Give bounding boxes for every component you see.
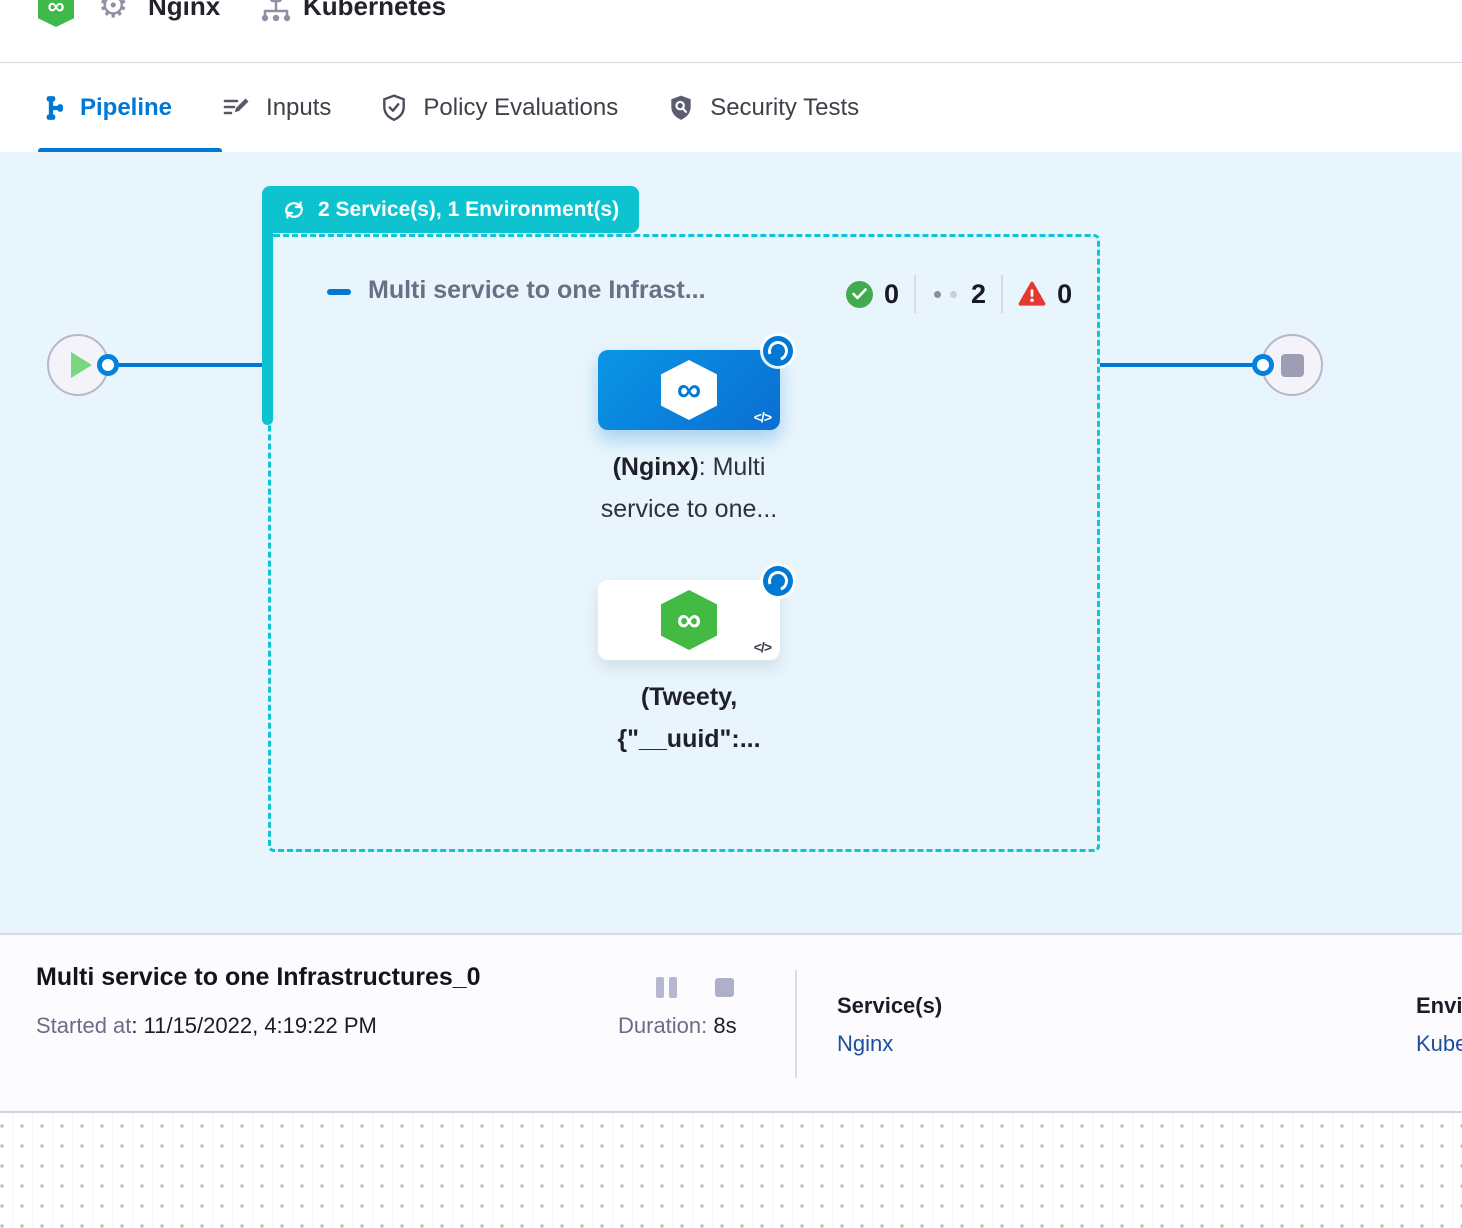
tab-policy-evaluations-label: Policy Evaluations <box>423 94 618 122</box>
connector-port-end <box>1252 354 1274 376</box>
tab-policy-evaluations[interactable]: Policy Evaluations <box>381 63 618 152</box>
stage-group-badge[interactable]: 2 Service(s), 1 Environment(s) <box>262 186 639 233</box>
stop-icon <box>1281 354 1304 377</box>
tab-inputs-label: Inputs <box>266 94 331 122</box>
pipeline-canvas[interactable]: 2 Service(s), 1 Environment(s) Multi ser… <box>0 152 1462 933</box>
play-icon <box>71 352 92 378</box>
tab-bar: Pipeline Inputs Policy Evaluations <box>0 63 1462 152</box>
tab-pipeline[interactable]: Pipeline <box>38 63 172 152</box>
code-icon: </> <box>754 409 771 425</box>
breadcrumb-bar: ∞ ⚙ Nginx Kubernetes <box>0 0 1462 63</box>
execution-summary-bar: Multi service to one Infrastructures_0 S… <box>0 933 1462 1111</box>
shield-search-icon <box>668 94 694 122</box>
service-node-tweety[interactable]: ∞ </> <box>598 580 780 660</box>
service-node-nginx[interactable]: ∞ </> <box>598 350 780 430</box>
services-column: Service(s) Nginx <box>837 993 1097 1057</box>
tab-security-tests[interactable]: Security Tests <box>668 63 859 152</box>
pipeline-icon <box>38 95 64 121</box>
connector-line-start <box>108 363 268 367</box>
tab-inputs[interactable]: Inputs <box>222 63 331 152</box>
pipeline-execution-page: ∞ ⚙ Nginx Kubernetes <box>0 0 1462 1228</box>
duration-row: Duration: 8s <box>618 1013 737 1039</box>
console-grid-area[interactable] <box>0 1111 1462 1228</box>
environments-label: Environment(s) <box>1416 993 1462 1019</box>
connector-line-end <box>1100 363 1263 367</box>
stage-group-boundary <box>268 234 1100 852</box>
abort-button[interactable] <box>715 978 734 997</box>
environment-name-label: Kubernetes <box>303 0 446 22</box>
harness-hexagon-icon: ∞ <box>661 360 717 420</box>
stage-group-left-bar <box>262 230 273 425</box>
duration-label: Duration: <box>618 1013 707 1038</box>
gear-icon: ⚙ <box>98 0 128 26</box>
tab-pipeline-label: Pipeline <box>80 94 172 122</box>
connector-port-start <box>97 354 119 376</box>
environments-link[interactable]: Kubernetes <box>1416 1031 1462 1057</box>
inputs-icon <box>222 95 250 121</box>
service-name-label: Nginx <box>148 0 220 22</box>
pause-button[interactable] <box>656 977 680 998</box>
shield-check-icon <box>381 94 407 122</box>
tab-security-tests-label: Security Tests <box>710 94 859 122</box>
started-at-row: Started at: 11/15/2022, 4:19:22 PM <box>36 1013 377 1039</box>
code-icon: </> <box>754 639 771 655</box>
loop-icon <box>282 199 306 221</box>
environments-column: Environment(s) Kubernetes <box>1416 993 1462 1057</box>
harness-hexagon-icon: ∞ <box>661 590 717 650</box>
services-label: Service(s) <box>837 993 1097 1019</box>
stage-group-badge-label: 2 Service(s), 1 Environment(s) <box>318 198 619 222</box>
duration-value: 8s <box>707 1013 736 1038</box>
running-spinner-icon <box>763 566 793 596</box>
kubernetes-icon <box>260 0 292 24</box>
started-at-value: : 11/15/2022, 4:19:22 PM <box>131 1013 376 1038</box>
footer-divider <box>795 970 797 1078</box>
harness-service-icon: ∞ <box>38 0 74 27</box>
execution-title: Multi service to one Infrastructures_0 <box>36 963 481 992</box>
services-link[interactable]: Nginx <box>837 1031 1097 1057</box>
running-spinner-icon <box>763 336 793 366</box>
started-at-label: Started at <box>36 1013 131 1038</box>
